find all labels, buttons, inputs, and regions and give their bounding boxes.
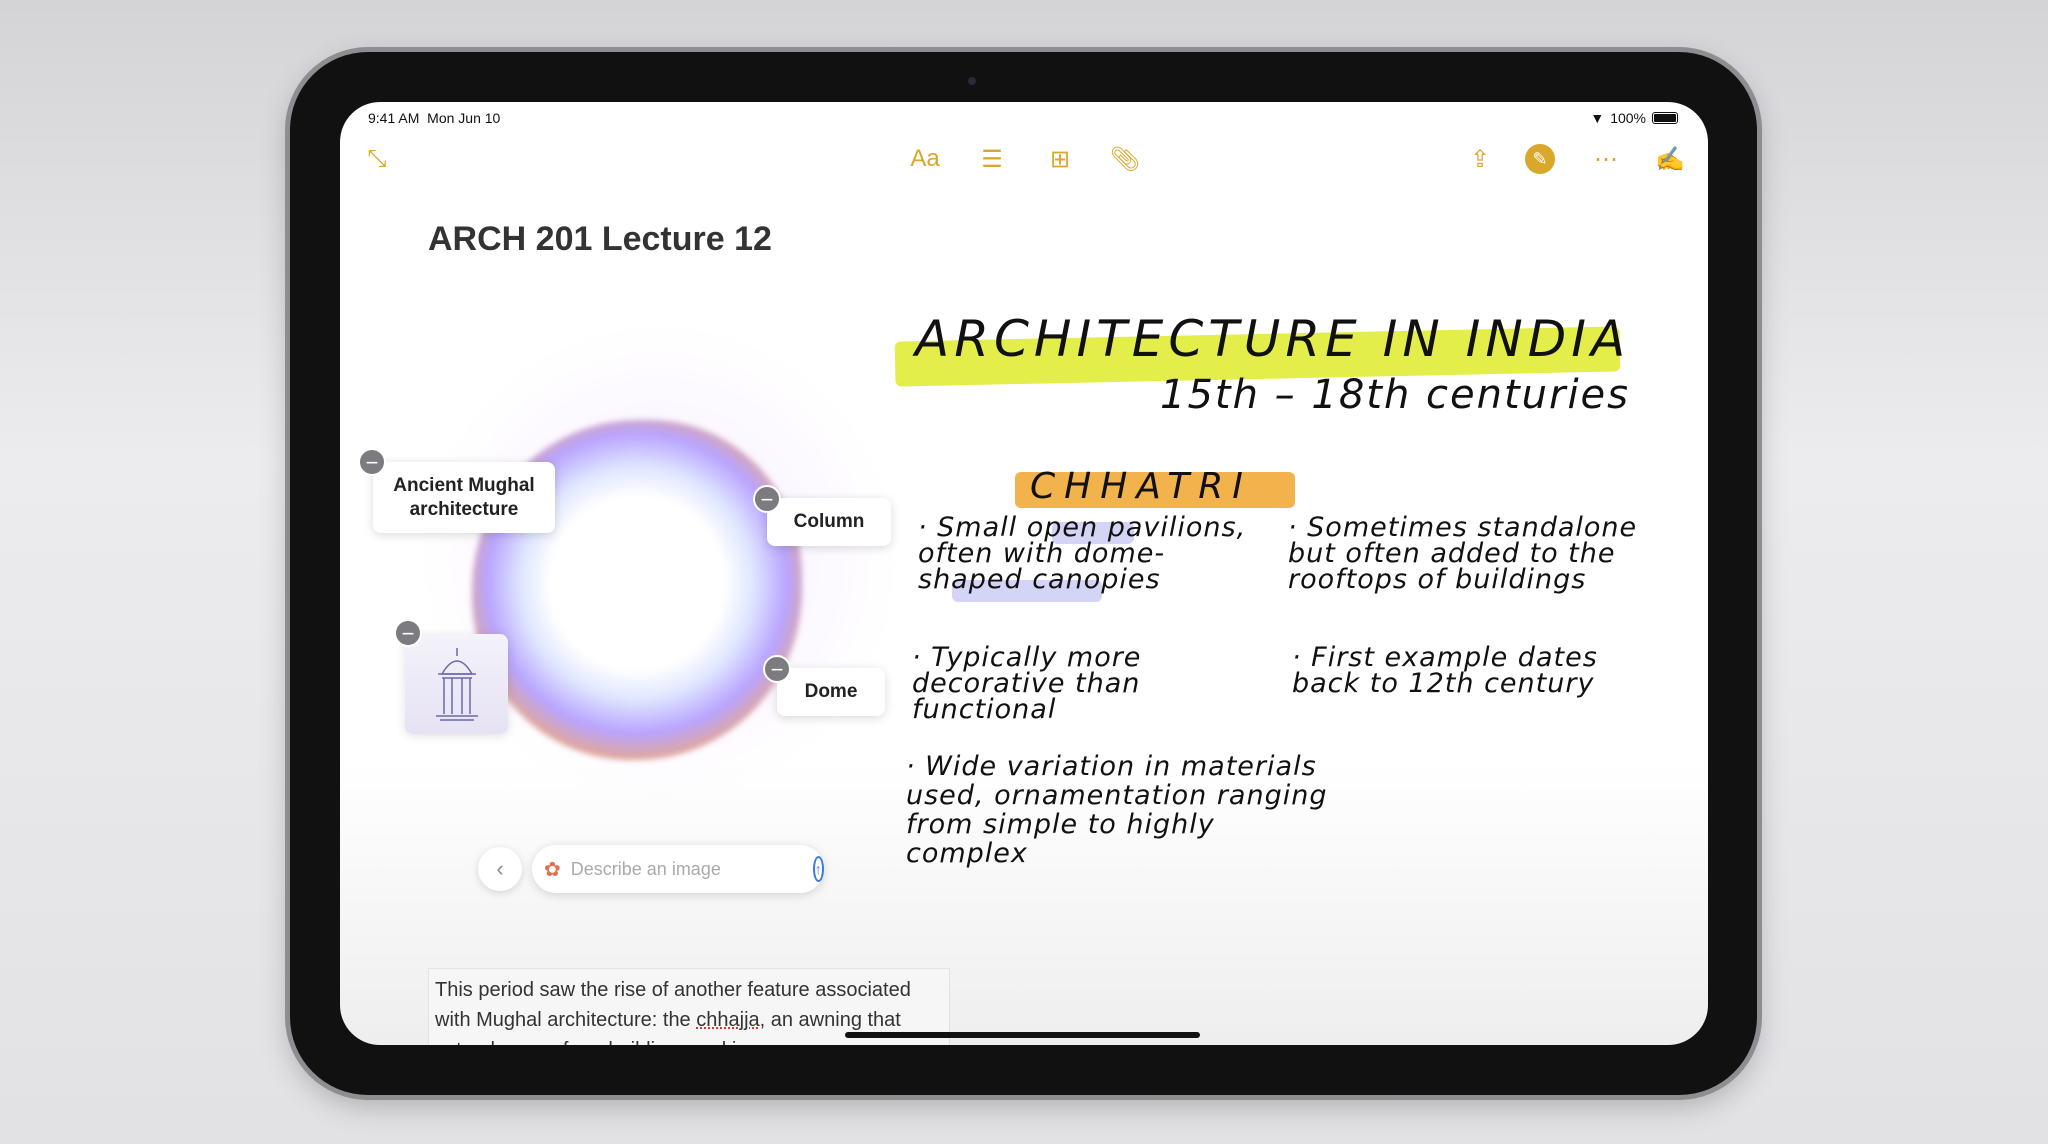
markup-icon[interactable]: ✎: [1525, 144, 1555, 174]
handwritten-subheading: 15th – 18th centuries: [1160, 372, 1631, 418]
collapse-icon[interactable]: ⤡: [360, 142, 394, 176]
remove-tag-button[interactable]: −: [763, 655, 791, 683]
misspelled-word[interactable]: chhajja: [696, 1009, 759, 1031]
dome-sketch-icon: [435, 648, 478, 721]
sketch-thumbnail[interactable]: [405, 634, 508, 734]
remove-tag-button[interactable]: −: [394, 619, 422, 647]
paperclip-icon[interactable]: 📎︎: [1108, 142, 1142, 176]
bullet-text: Small open pavilions, often with dome-sh…: [918, 512, 1247, 595]
share-icon[interactable]: ⇪: [1463, 142, 1497, 176]
remove-tag-button[interactable]: −: [753, 485, 781, 513]
handwritten-heading: ARCHITECTURE IN INDIA: [915, 310, 1631, 368]
checklist-icon[interactable]: ☰: [975, 142, 1009, 176]
battery-percent: 100%: [1610, 110, 1646, 126]
camera: [968, 77, 976, 85]
bullet-1: · Small open pavilions, often with dome-…: [918, 512, 1247, 595]
bullet-3: · Typically more decorative than functio…: [912, 642, 1142, 725]
bullet-2: · Sometimes standalone but often added t…: [1288, 512, 1638, 595]
home-indicator[interactable]: [845, 1032, 1200, 1038]
bullet-text: Sometimes standalone but often added to …: [1288, 512, 1638, 595]
describe-image-input[interactable]: [570, 858, 803, 880]
bullet-text: Typically more decorative than functiona…: [912, 642, 1142, 725]
bullet-text: First example dates back to 12th century: [1292, 642, 1598, 699]
remove-tag-button[interactable]: −: [358, 448, 386, 476]
bullet-5: · Wide variation in materials used, orna…: [906, 751, 1328, 869]
tag-ancient-mughal[interactable]: Ancient Mughal architecture: [373, 462, 555, 533]
table-icon[interactable]: ⊞: [1043, 142, 1077, 176]
handwritten-section: CHHATRI: [1030, 466, 1252, 507]
tag-column[interactable]: Column: [767, 498, 891, 546]
bullet-4: · First example dates back to 12th centu…: [1292, 642, 1598, 699]
more-icon[interactable]: ⋯: [1589, 142, 1623, 176]
status-time: 9:41 AM: [368, 110, 420, 126]
bullet-text: Wide variation in materials used, orname…: [906, 751, 1328, 869]
status-bar: 9:41 AM Mon Jun 10 ▼ 100%: [368, 110, 1678, 126]
notes-screen: 9:41 AM Mon Jun 10 ▼ 100% ⤡ Aa ☰ ⊞ 📎︎ ⇪ ✎…: [340, 102, 1708, 1045]
playground-icon: ✿: [544, 858, 561, 881]
back-button[interactable]: ‹: [478, 847, 522, 891]
wifi-icon: ▼: [1590, 110, 1605, 126]
compose-icon[interactable]: ✍: [1653, 142, 1687, 176]
format-button[interactable]: Aa: [908, 142, 942, 176]
battery-icon: [1652, 112, 1678, 124]
send-button[interactable]: ↑: [812, 856, 824, 882]
describe-image-field: ✿ ↑: [532, 845, 824, 893]
tag-dome[interactable]: Dome: [777, 668, 885, 716]
status-date: Mon Jun 10: [427, 110, 501, 126]
note-title: ARCH 201 Lecture 12: [428, 220, 772, 258]
